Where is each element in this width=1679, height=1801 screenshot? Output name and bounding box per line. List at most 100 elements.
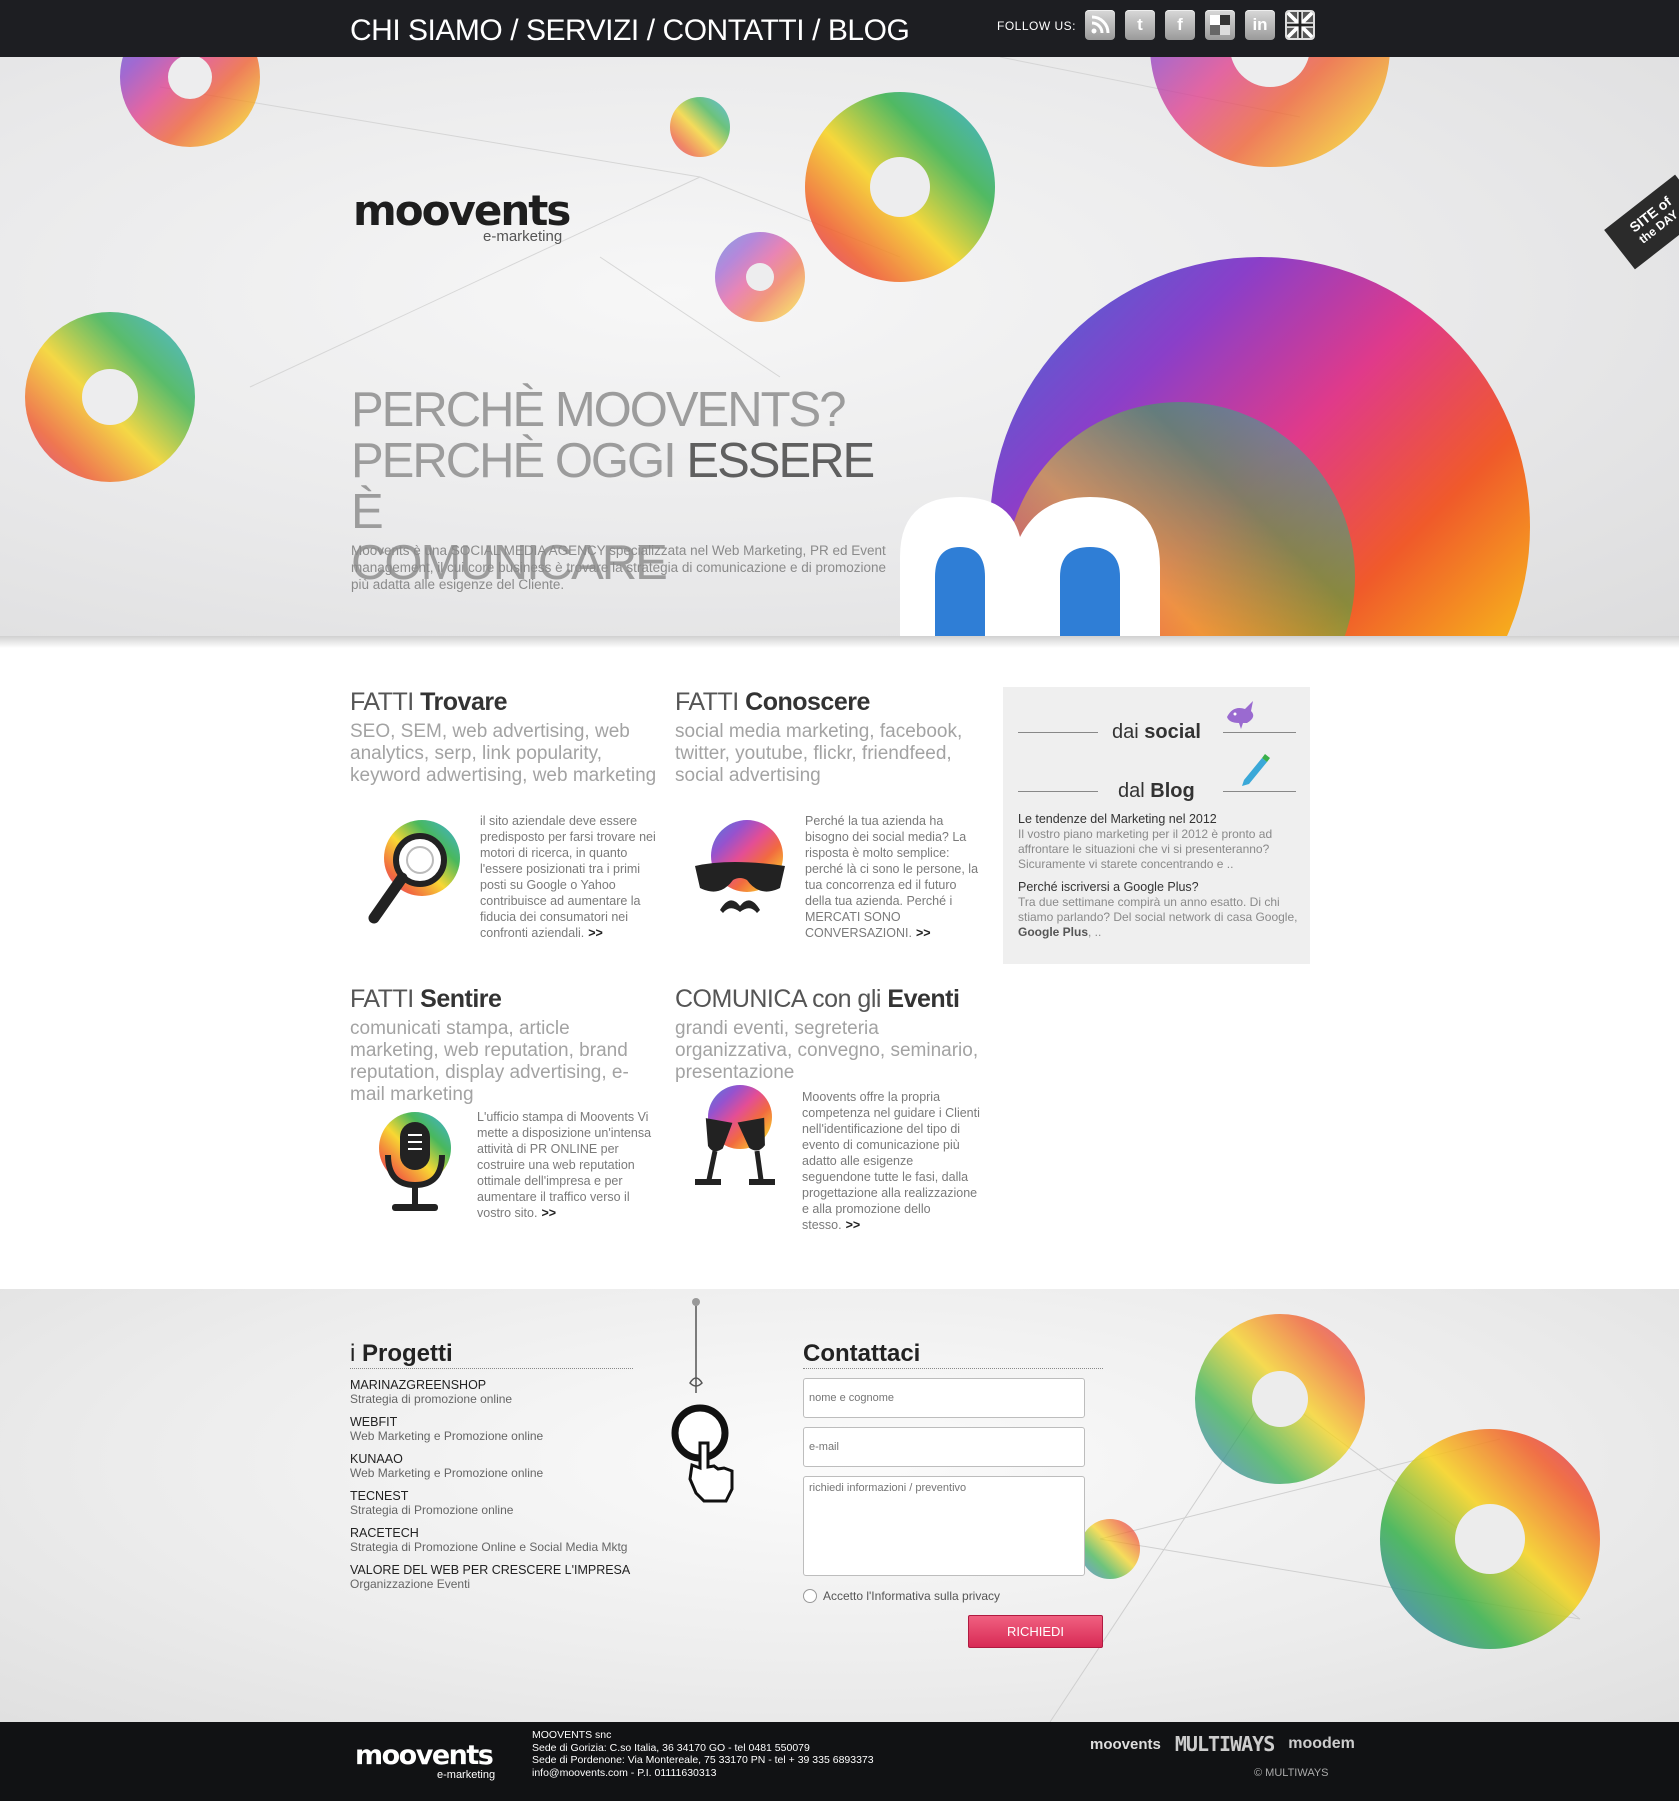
contact-title: Contattaci — [803, 1340, 921, 1367]
nav-blog[interactable]: BLOG — [828, 14, 910, 48]
service-keywords: grandi eventi, segreteria organizzativa,… — [675, 1018, 979, 1083]
project-description: Strategia di promozione online — [350, 1392, 513, 1406]
service-keywords: SEO, SEM, web advertising, web analytics… — [350, 721, 657, 786]
project-name[interactable]: WEBFIT — [350, 1415, 670, 1429]
nav-separator: / — [510, 14, 519, 47]
project-item[interactable]: WEBFIT Web Marketing e Promozione online — [350, 1415, 670, 1443]
company-name: MOOVENTS snc — [532, 1729, 612, 1741]
project-description: Strategia di Promozione online — [350, 1503, 514, 1517]
blog-post-excerpt: Il vostro piano marketing per il 2012 è … — [1018, 827, 1273, 871]
privacy-radio[interactable] — [803, 1589, 817, 1603]
service-conoscere: FATTI Conoscere social media marketing, … — [675, 688, 985, 940]
partner-logos: moovents MULTIWAYS moodem — [1090, 1732, 1355, 1756]
hero-line-2: PERCHÈ OGGI ESSERE È — [351, 434, 875, 539]
submit-button[interactable]: RICHIEDI — [968, 1615, 1103, 1648]
nav-separator: / — [812, 14, 820, 47]
service-description: Moovents offre la propria competenza nel… — [802, 1090, 980, 1232]
project-item[interactable]: RACETECH Strategia di Promozione Online … — [350, 1526, 670, 1554]
read-more-link[interactable]: >> — [541, 1206, 556, 1220]
project-description: Strategia di Promozione Online e Social … — [350, 1540, 628, 1554]
service-sentire: FATTI Sentire comunicati stampa, article… — [350, 985, 660, 1220]
read-more-link[interactable]: >> — [916, 926, 931, 940]
social-links: t f in — [1085, 10, 1315, 40]
service-eventi: COMUNICA con gli Eventi grandi eventi, s… — [675, 985, 985, 1232]
twitter-icon[interactable]: t — [1125, 10, 1155, 40]
project-item[interactable]: VALORE DEL WEB PER CRESCERE L'IMPRESA Or… — [350, 1563, 670, 1591]
social-heading: dai social — [1112, 721, 1201, 743]
blog-heading: dal Blog — [1118, 780, 1195, 802]
blog-header: dal Blog — [1018, 754, 1296, 804]
blog-post-title[interactable]: Perché iscriversi a Google Plus? — [1018, 880, 1298, 895]
service-trovare: FATTI Trovare SEO, SEM, web advertising,… — [350, 688, 660, 940]
email-vat: info@moovents.com - P.I. 01111630313 — [532, 1766, 717, 1779]
delicious-icon[interactable] — [1205, 10, 1235, 40]
hero-description: Moovents è una SOCIAL MEDIA AGENCY speci… — [351, 543, 887, 592]
project-name[interactable]: RACETECH — [350, 1526, 670, 1540]
social-blog-sidebar: dai social dal Blog Le tendenze del Mark… — [1003, 687, 1310, 964]
hero-shadow — [0, 636, 1679, 648]
project-item[interactable]: KUNAAO Web Marketing e Promozione online — [350, 1452, 670, 1480]
project-name[interactable]: KUNAAO — [350, 1452, 670, 1466]
footer: moovents e-marketing MOOVENTS snc Sede d… — [0, 1722, 1679, 1801]
top-navigation-bar: CHI SIAMO / SERVIZI / CONTATTI / BLOG FO… — [0, 0, 1679, 57]
email-field[interactable] — [803, 1427, 1085, 1467]
logo-tagline: e-marketing — [483, 228, 563, 245]
project-item[interactable]: MARINAZGREENSHOP Strategia di promozione… — [350, 1378, 670, 1406]
social-header: dai social — [1018, 701, 1296, 745]
address-pordenone: Sede di Pordenone: Via Montereale, 75 33… — [532, 1754, 874, 1766]
partner-moodem[interactable]: moodem — [1288, 1735, 1355, 1753]
blog-post-title[interactable]: Le tendenze del Marketing nel 2012 — [1018, 812, 1298, 827]
name-field[interactable] — [803, 1378, 1085, 1418]
privacy-consent: Accetto l'Informativa sulla privacy — [803, 1589, 1000, 1603]
service-description: L'ufficio stampa di Moovents Vi mette a … — [477, 1110, 652, 1220]
project-name[interactable]: MARINAZGREENSHOP — [350, 1378, 670, 1392]
copyright: © MULTIWAYS — [1254, 1767, 1329, 1779]
service-description: il sito aziendale deve essere predispost… — [480, 814, 656, 940]
privacy-label: Accetto l'Informativa sulla privacy — [823, 1589, 1001, 1603]
partner-multiways[interactable]: MULTIWAYS — [1175, 1732, 1275, 1756]
partner-moovents[interactable]: moovents — [1090, 1736, 1161, 1753]
facebook-icon[interactable]: f — [1165, 10, 1195, 40]
uk-flag-icon[interactable] — [1285, 10, 1315, 40]
project-description: Web Marketing e Promozione online — [350, 1466, 544, 1480]
pencil-icon — [1242, 754, 1270, 786]
nav-chi-siamo[interactable]: CHI SIAMO — [350, 14, 503, 48]
read-more-link[interactable]: >> — [588, 926, 603, 940]
message-field[interactable] — [803, 1476, 1085, 1576]
service-title: FATTI Conoscere — [675, 688, 870, 716]
moovents-logo[interactable]: moovents e-marketing — [353, 186, 571, 246]
nav-servizi[interactable]: SERVIZI — [526, 14, 639, 48]
footer-tagline: e-marketing — [437, 1769, 496, 1781]
main-nav: CHI SIAMO / SERVIZI / CONTATTI / BLOG — [350, 14, 910, 48]
service-keywords: comunicati stampa, article marketing, we… — [350, 1018, 629, 1105]
service-keywords: social media marketing, facebook, twitte… — [675, 721, 963, 786]
nav-contatti[interactable]: CONTATTI — [663, 14, 805, 48]
microphone-icon — [360, 1110, 470, 1220]
footer-wordmark: moovents — [355, 1740, 494, 1771]
hand-cursor-icon — [671, 1298, 734, 1503]
sunglasses-mustache-icon — [685, 818, 795, 928]
read-more-link[interactable]: >> — [846, 1218, 861, 1232]
hero-line-1: PERCHÈ MOOVENTS? — [351, 383, 846, 437]
blog-post[interactable]: Perché iscriversi a Google Plus? Tra due… — [1018, 880, 1298, 940]
project-name[interactable]: VALORE DEL WEB PER CRESCERE L'IMPRESA — [350, 1563, 670, 1577]
logo-wordmark: moovents — [353, 186, 571, 235]
champagne-glasses-icon — [685, 1085, 795, 1195]
projects-title: i Progetti — [350, 1340, 453, 1367]
footer-logo[interactable]: moovents e-marketing — [355, 1742, 495, 1781]
service-title: FATTI Sentire — [350, 985, 502, 1013]
service-title: FATTI Trovare — [350, 688, 507, 716]
service-title: COMUNICA con gli Eventi — [675, 985, 960, 1013]
address-gorizia: Sede di Gorizia: C.so Italia, 36 34170 G… — [532, 1741, 810, 1754]
nav-separator: / — [646, 14, 655, 47]
rss-icon[interactable] — [1085, 10, 1115, 40]
project-name[interactable]: TECNEST — [350, 1489, 670, 1503]
hero-banner: moovents e-marketing SITE of the DAY PER… — [0, 57, 1679, 647]
linkedin-icon[interactable]: in — [1245, 10, 1275, 40]
project-item[interactable]: TECNEST Strategia di Promozione online — [350, 1489, 670, 1517]
follow-us-label: FOLLOW US: — [997, 19, 1077, 33]
bird-icon — [1227, 701, 1254, 729]
service-description: Perché la tua azienda ha bisogno dei soc… — [805, 814, 979, 940]
project-description: Web Marketing e Promozione online — [350, 1429, 544, 1443]
blog-post[interactable]: Le tendenze del Marketing nel 2012 Il vo… — [1018, 812, 1298, 872]
